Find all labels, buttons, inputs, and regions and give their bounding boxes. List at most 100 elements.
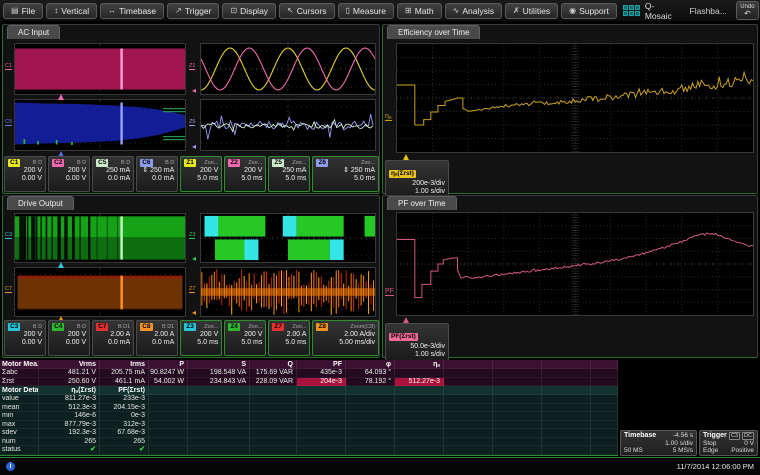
waveform-ac-current[interactable] (14, 99, 186, 151)
table-cell (542, 360, 591, 369)
table-cell (444, 386, 493, 395)
table-cell (591, 404, 618, 413)
table-cell: Motor Detail (0, 386, 39, 395)
descriptor-offset: 5.00 ms/div (316, 339, 375, 347)
descriptor-offset: 5.0 ms (228, 175, 262, 183)
trigger-marker-c1[interactable] (58, 94, 64, 100)
descriptor-z2[interactable]: Z2Zoo...200 V5.0 ms (224, 156, 266, 192)
menu-support-button[interactable]: ◉Support (561, 3, 617, 19)
zoom-ac-current[interactable] (200, 99, 376, 151)
descriptor-z4[interactable]: Z4Zoo...200 V5.0 ms (224, 320, 266, 356)
undo-button[interactable]: Undo ↶ (736, 1, 759, 20)
waveform-drive-current[interactable] (14, 267, 186, 317)
table-cell (395, 421, 444, 430)
trigger-marker-c3[interactable] (58, 262, 64, 268)
table-cell (542, 369, 591, 378)
zoom-drive-current[interactable] (200, 267, 376, 317)
menu-utilities-button[interactable]: ✗Utilities (505, 3, 558, 19)
table-cell: P (149, 360, 188, 369)
menu-right: Q-Mosaic Flashba... Undo ↶ (617, 0, 759, 22)
table-cell (346, 412, 395, 421)
zoom-position-arrow-z7[interactable]: ◂ (192, 309, 196, 317)
descriptor-z8[interactable]: Z8Zoom(C8)2.00 A/div5.00 ms/div (312, 320, 379, 356)
descriptor-z1[interactable]: Z1Zoo...200 V5.0 ms (180, 156, 222, 192)
descriptor-scale: 200 V (228, 167, 262, 175)
tab-pf[interactable]: PF over Time (387, 196, 457, 210)
menu-measure-button[interactable]: ▯Measure (338, 3, 394, 19)
zoom-position-arrow-z1[interactable]: ◂ (192, 87, 196, 95)
tab-efficiency[interactable]: Efficiency over Time (387, 25, 480, 39)
logo-label: Q-Mosaic (645, 1, 675, 21)
zoom-ac-voltage[interactable] (200, 43, 376, 95)
table-cell (444, 369, 493, 378)
table-cell: 67.68e-3 (100, 429, 149, 438)
menu-label: Vertical (61, 6, 89, 16)
waveform-ac-voltage[interactable] (14, 43, 186, 95)
pf-descriptor[interactable]: PF(Σrst) 50.0e-3/div 1.00 s/div (385, 323, 449, 361)
menu-trigger-button[interactable]: ↗Trigger (167, 3, 219, 19)
display-icon: ⊡ (230, 7, 237, 15)
table-cell: S (188, 360, 250, 369)
efficiency-plot[interactable] (396, 43, 754, 153)
table-cell: ✔ (100, 446, 149, 455)
descriptor-z7[interactable]: Z7Zoo...2.00 A5.0 ms (268, 320, 310, 356)
menu-cursors-button[interactable]: ↖Cursors (279, 3, 334, 19)
descriptor-z3[interactable]: Z3Zoo...200 V5.0 ms (180, 320, 222, 356)
info-icon[interactable]: i (6, 462, 15, 471)
descriptor-c3[interactable]: C3B D200 V0.00 V (4, 320, 46, 356)
zoom-position-arrow-z5[interactable]: ◂ (192, 143, 196, 151)
descriptor-c4[interactable]: C4B D200 V0.00 V (48, 320, 90, 356)
zoom-position-arrow-z3[interactable]: ◂ (192, 255, 196, 263)
descriptor-c2[interactable]: C2B D200 V0.00 V (48, 156, 90, 192)
table-cell (395, 438, 444, 447)
table-cell (188, 446, 250, 455)
pf-plot[interactable] (396, 212, 754, 316)
descriptor-c7[interactable]: C7B D12.00 A0.0 mA (92, 320, 134, 356)
table-cell: min (0, 412, 39, 421)
tab-drive-output[interactable]: Drive Output (7, 196, 74, 210)
table-cell (542, 429, 591, 438)
table-cell: 811.27e-3 (39, 395, 100, 404)
channel-chip-z8: Z8 (316, 323, 328, 331)
table-cell: 205.75 mA (100, 369, 149, 378)
trigger-box[interactable]: Trigger C3DC Stop0 V EdgePositive (699, 430, 758, 456)
mosaic-grid-icon (623, 5, 640, 16)
descriptor-c6[interactable]: C6B D⇕ 250 mA0.0 mA (136, 156, 178, 192)
descriptor-offset: 0.00 V (8, 175, 42, 183)
zoom-drive-voltage[interactable] (200, 213, 376, 263)
efficiency-descriptor[interactable]: ηₐ(Σrst) 200e-3/div 1.00 s/div (385, 160, 449, 198)
descriptor-scale: 200 V (52, 167, 86, 175)
menu-vertical-button[interactable]: ↕Vertical (46, 3, 97, 19)
table-row: Σabc481.21 V205.75 mA90.8247 W198.548 VA… (0, 369, 618, 378)
table-cell (188, 438, 250, 447)
trace-label-c3: C3 (5, 232, 12, 239)
menu-timebase-button[interactable]: ↔Timebase (100, 3, 164, 19)
table-cell: 204.15e-3 (100, 404, 149, 413)
descriptor-tag: Zoo... (204, 160, 218, 166)
descriptor-c1[interactable]: C1B D200 V0.00 V (4, 156, 46, 192)
menu-file-button[interactable]: ▤File (3, 3, 43, 19)
timebase-box[interactable]: Timebase-4.56 s 1.00 s/div 50 MS5 MS/s (620, 430, 697, 456)
trace-label-c5: C5 (5, 119, 12, 126)
table-cell (591, 421, 618, 430)
tab-ac-input[interactable]: AC Input (7, 25, 60, 39)
menu-display-button[interactable]: ⊡Display (222, 3, 276, 19)
table-cell: 435e-3 (297, 369, 346, 378)
main-content: AC Input C1 C5 Z1 Z5 ◂ ◂ C1B D200 V0.00 … (0, 21, 760, 457)
descriptor-c8[interactable]: C8B D12.00 A0.0 mA (136, 320, 178, 356)
table-cell (542, 386, 591, 395)
table-cell (188, 395, 250, 404)
descriptor-c5[interactable]: C5B D250 mA0.0 mA (92, 156, 134, 192)
descriptor-tag: B D1 (162, 324, 174, 330)
descriptor-z5[interactable]: Z5Zoo...250 mA5.0 ms (268, 156, 310, 192)
table-cell: 512.27e-3 (395, 378, 444, 387)
waveform-drive-voltage[interactable] (14, 213, 186, 263)
menu-math-button[interactable]: ⊞Math (397, 3, 442, 19)
menu-analysis-button[interactable]: ∿Analysis (445, 3, 502, 19)
descriptor-offset: 0.00 V (52, 339, 86, 347)
descriptor-offset: 0.0 mA (96, 175, 130, 183)
pf-panel: PF over Time PF PF(Σrst) 50.0e-3/div 1.0… (382, 195, 758, 358)
table-cell (149, 404, 188, 413)
descriptor-z6[interactable]: Z6Zoo...⇕ 250 mA5.0 ms (312, 156, 379, 192)
channel-chip-c1: C1 (8, 159, 20, 167)
